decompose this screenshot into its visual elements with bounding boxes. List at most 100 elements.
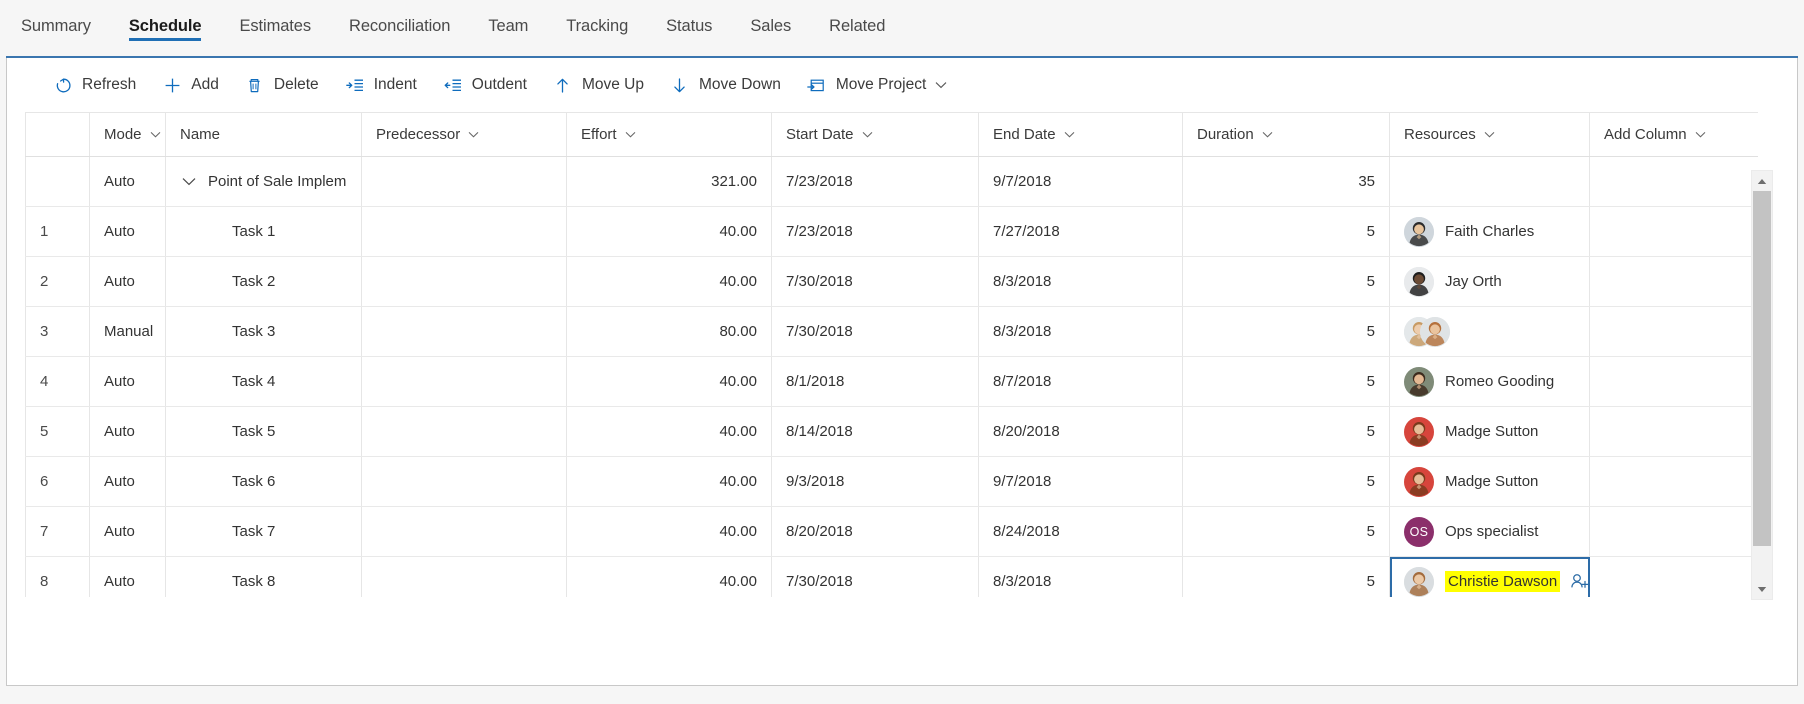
add-button[interactable]: Add <box>152 67 229 103</box>
effort-cell[interactable]: 40.00 <box>566 556 772 597</box>
start-date-cell[interactable]: 7/23/2018 <box>771 206 979 257</box>
mode-cell[interactable]: Auto <box>89 256 166 307</box>
end-date-cell[interactable]: 8/3/2018 <box>978 556 1183 597</box>
effort-cell[interactable]: 321.00 <box>566 156 772 207</box>
effort-cell[interactable]: 40.00 <box>566 506 772 557</box>
effort-cell[interactable]: 40.00 <box>566 206 772 257</box>
chevron-down-icon[interactable] <box>468 131 479 138</box>
mode-cell[interactable]: Auto <box>89 156 166 207</box>
column-header-end-date[interactable]: End Date <box>978 112 1183 157</box>
predecessor-cell[interactable] <box>361 156 567 207</box>
name-cell[interactable]: Task 8 <box>165 556 362 597</box>
effort-cell[interactable]: 40.00 <box>566 406 772 457</box>
mode-cell[interactable]: Auto <box>89 456 166 507</box>
scrollbar-thumb[interactable] <box>1753 191 1771 546</box>
add-resource-icon[interactable] <box>1560 573 1589 590</box>
effort-cell[interactable]: 80.00 <box>566 306 772 357</box>
scroll-down-arrow-icon[interactable] <box>1752 579 1772 599</box>
start-date-cell[interactable]: 8/14/2018 <box>771 406 979 457</box>
end-date-cell[interactable]: 8/7/2018 <box>978 356 1183 407</box>
predecessor-cell[interactable] <box>361 306 567 357</box>
column-header-effort[interactable]: Effort <box>566 112 772 157</box>
end-date-cell[interactable]: 8/3/2018 <box>978 256 1183 307</box>
row-number-cell[interactable]: 1 <box>25 206 90 257</box>
column-header-resources[interactable]: Resources <box>1389 112 1590 157</box>
chevron-down-icon[interactable] <box>1484 131 1495 138</box>
resources-cell[interactable]: Faith Charles <box>1389 206 1590 257</box>
end-date-cell[interactable]: 9/7/2018 <box>978 456 1183 507</box>
name-cell[interactable]: Task 6 <box>165 456 362 507</box>
duration-cell[interactable]: 5 <box>1182 556 1390 597</box>
tab-sales[interactable]: Sales <box>731 0 810 52</box>
predecessor-cell[interactable] <box>361 506 567 557</box>
table-row[interactable]: 5 Auto Task 5 40.00 8/14/2018 8/20/2018 5 Madge… <box>25 406 1758 457</box>
start-date-cell[interactable]: 8/1/2018 <box>771 356 979 407</box>
row-number-cell[interactable]: 4 <box>25 356 90 407</box>
row-number-cell[interactable]: 3 <box>25 306 90 357</box>
mode-cell[interactable]: Manual <box>89 306 166 357</box>
start-date-cell[interactable]: 7/30/2018 <box>771 306 979 357</box>
column-header-duration[interactable]: Duration <box>1182 112 1390 157</box>
row-number-cell[interactable]: 2 <box>25 256 90 307</box>
duration-cell[interactable]: 5 <box>1182 256 1390 307</box>
indent-button[interactable]: Indent <box>335 67 427 103</box>
end-date-cell[interactable]: 9/7/2018 <box>978 156 1183 207</box>
name-cell[interactable]: Task 2 <box>165 256 362 307</box>
resources-cell[interactable]: Christie Dawson <box>1389 556 1590 597</box>
column-header-start-date[interactable]: Start Date <box>771 112 979 157</box>
start-date-cell[interactable]: 7/23/2018 <box>771 156 979 207</box>
mode-cell[interactable]: Auto <box>89 356 166 407</box>
tab-summary[interactable]: Summary <box>2 0 110 52</box>
resources-cell[interactable]: Jay Orth <box>1389 256 1590 307</box>
predecessor-cell[interactable] <box>361 406 567 457</box>
row-number-cell[interactable]: 5 <box>25 406 90 457</box>
predecessor-cell[interactable] <box>361 256 567 307</box>
duration-cell[interactable]: 5 <box>1182 356 1390 407</box>
start-date-cell[interactable]: 9/3/2018 <box>771 456 979 507</box>
delete-button[interactable]: Delete <box>235 67 329 103</box>
name-cell[interactable]: Task 1 <box>165 206 362 257</box>
row-number-cell[interactable] <box>25 156 90 207</box>
name-cell[interactable]: Task 5 <box>165 406 362 457</box>
resources-cell[interactable]: OS Ops specialist <box>1389 506 1590 557</box>
resources-cell[interactable]: Romeo Gooding <box>1389 356 1590 407</box>
column-header-add-column[interactable]: Add Column <box>1589 112 1758 157</box>
table-row[interactable]: Auto Point of Sale Implementat 321.00 7/23/… <box>25 156 1758 207</box>
resources-cell[interactable] <box>1389 306 1590 357</box>
table-row[interactable]: 2 Auto Task 2 40.00 7/30/2018 8/3/2018 5 Jay Or… <box>25 256 1758 307</box>
chevron-down-icon[interactable] <box>150 131 161 138</box>
mode-cell[interactable]: Auto <box>89 206 166 257</box>
column-header-name[interactable]: Name <box>165 112 362 157</box>
tab-status[interactable]: Status <box>647 0 731 52</box>
duration-cell[interactable]: 5 <box>1182 406 1390 457</box>
name-cell[interactable]: Task 4 <box>165 356 362 407</box>
refresh-button[interactable]: Refresh <box>43 67 146 103</box>
row-number-cell[interactable]: 7 <box>25 506 90 557</box>
tab-schedule[interactable]: Schedule <box>110 0 221 52</box>
end-date-cell[interactable]: 8/3/2018 <box>978 306 1183 357</box>
name-cell[interactable]: Point of Sale Implementat <box>165 156 362 207</box>
chevron-down-icon[interactable] <box>1695 131 1706 138</box>
table-row[interactable]: 6 Auto Task 6 40.00 9/3/2018 9/7/2018 5 Madge S… <box>25 456 1758 507</box>
mode-cell[interactable]: Auto <box>89 506 166 557</box>
tab-related[interactable]: Related <box>810 0 904 52</box>
chevron-down-icon[interactable] <box>625 131 636 138</box>
effort-cell[interactable]: 40.00 <box>566 456 772 507</box>
start-date-cell[interactable]: 7/30/2018 <box>771 256 979 307</box>
table-row[interactable]: 8 Auto Task 8 40.00 7/30/2018 8/3/2018 5 Christ… <box>25 556 1758 597</box>
predecessor-cell[interactable] <box>361 206 567 257</box>
scroll-up-arrow-icon[interactable] <box>1752 171 1772 191</box>
tab-reconciliation[interactable]: Reconciliation <box>330 0 469 52</box>
chevron-down-icon[interactable] <box>862 131 873 138</box>
start-date-cell[interactable]: 7/30/2018 <box>771 556 979 597</box>
grid-vertical-scrollbar[interactable] <box>1751 170 1773 600</box>
mode-cell[interactable]: Auto <box>89 556 166 597</box>
name-cell[interactable]: Task 3 <box>165 306 362 357</box>
predecessor-cell[interactable] <box>361 556 567 597</box>
end-date-cell[interactable]: 8/24/2018 <box>978 506 1183 557</box>
tab-team[interactable]: Team <box>469 0 547 52</box>
duration-cell[interactable]: 5 <box>1182 306 1390 357</box>
effort-cell[interactable]: 40.00 <box>566 256 772 307</box>
table-row[interactable]: 7 Auto Task 7 40.00 8/20/2018 8/24/2018 5 OS Ops… <box>25 506 1758 557</box>
duration-cell[interactable]: 35 <box>1182 156 1390 207</box>
